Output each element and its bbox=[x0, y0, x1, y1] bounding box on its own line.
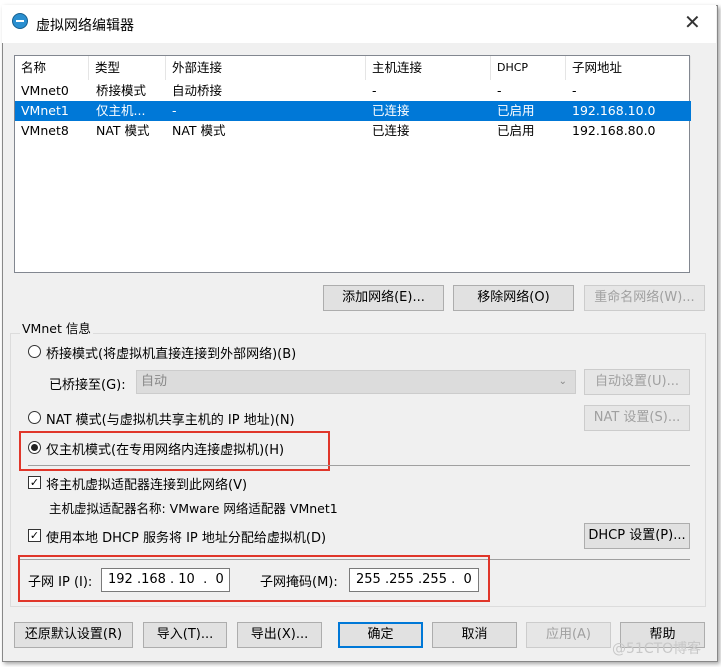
cell: 192.168.80.0 bbox=[572, 123, 656, 138]
cell: 自动桥接 bbox=[172, 83, 223, 98]
nat-label[interactable]: NAT 模式(与虚拟机共享主机的 IP 地址)(N) bbox=[46, 409, 295, 428]
table-row[interactable]: VMnet8 NAT 模式 NAT 模式 已连接 已启用 192.168.80.0 bbox=[15, 121, 691, 141]
watermark: @51CTO博客 bbox=[612, 641, 702, 657]
cell: 桥接模式 bbox=[96, 83, 147, 98]
dialog-title: 虚拟网络编辑器 bbox=[36, 18, 134, 34]
nat-settings-button[interactable]: NAT 设置(S)... bbox=[584, 405, 690, 431]
col-type[interactable]: 类型 bbox=[89, 56, 166, 80]
separator bbox=[28, 465, 690, 466]
cell: - bbox=[497, 83, 502, 98]
table-row-selected[interactable]: VMnet1 仅主机... - 已连接 已启用 192.168.10.0 bbox=[15, 101, 691, 121]
cell: 已连接 bbox=[372, 103, 410, 118]
rename-network-button[interactable]: 重命名网络(W)... bbox=[584, 285, 705, 311]
cell: VMnet1 bbox=[21, 103, 69, 118]
subnet-ip-input[interactable]: 192 .168 . 10 . 0 bbox=[101, 568, 230, 592]
col-dhcp[interactable]: DHCP bbox=[491, 56, 566, 80]
nat-radio[interactable] bbox=[28, 411, 41, 424]
cell: - bbox=[572, 83, 577, 98]
subnet-ip-label: 子网 IP (I): bbox=[28, 575, 93, 590]
col-name[interactable]: 名称 bbox=[15, 56, 89, 80]
cell: 仅主机... bbox=[96, 103, 146, 118]
add-network-button[interactable]: 添加网络(E)... bbox=[323, 285, 444, 311]
remove-network-button[interactable]: 移除网络(O) bbox=[453, 285, 574, 311]
select-value: 自动 bbox=[141, 374, 168, 389]
network-globe-icon bbox=[12, 13, 28, 29]
apply-button[interactable]: 应用(A) bbox=[526, 622, 611, 648]
auto-settings-button[interactable]: 自动设置(U)... bbox=[584, 369, 690, 395]
ok-button[interactable]: 确定 bbox=[338, 622, 423, 648]
network-list[interactable]: 名称 类型 外部连接 主机连接 DHCP 子网地址 VMnet0 桥接模式 自动桥接… bbox=[14, 55, 691, 273]
group-label: VMnet 信息 bbox=[20, 318, 93, 337]
connect-adapter-label[interactable]: 将主机虚拟适配器连接到此网络(V) bbox=[46, 474, 247, 493]
use-dhcp-checkbox[interactable]: ✓ bbox=[28, 529, 41, 542]
cell: 已启用 bbox=[497, 123, 535, 138]
cancel-button[interactable]: 取消 bbox=[432, 622, 517, 648]
bridged-radio[interactable] bbox=[28, 345, 41, 358]
col-host[interactable]: 主机连接 bbox=[366, 56, 491, 80]
adapter-name: 主机虚拟适配器名称: VMware 网络适配器 VMnet1 bbox=[49, 501, 338, 516]
connect-adapter-checkbox[interactable]: ✓ bbox=[28, 476, 41, 489]
cell: - bbox=[372, 83, 377, 98]
cell: 192.168.10.0 bbox=[572, 103, 656, 118]
cell: 已连接 bbox=[372, 123, 410, 138]
col-external[interactable]: 外部连接 bbox=[166, 56, 366, 80]
bridged-to-label: 已桥接至(G): bbox=[49, 378, 126, 393]
bridged-to-select[interactable]: 自动 ⌄ bbox=[136, 370, 576, 394]
cell: 已启用 bbox=[497, 103, 535, 118]
dhcp-settings-button[interactable]: DHCP 设置(P)... bbox=[584, 523, 690, 549]
chevron-down-icon: ⌄ bbox=[558, 376, 567, 387]
import-button[interactable]: 导入(T)... bbox=[143, 622, 227, 648]
subnet-mask-label: 子网掩码(M): bbox=[260, 575, 338, 590]
col-subnet[interactable]: 子网地址 bbox=[566, 56, 691, 80]
cell: VMnet8 bbox=[21, 123, 69, 138]
table-header: 名称 类型 外部连接 主机连接 DHCP 子网地址 bbox=[15, 56, 691, 80]
cell: NAT 模式 bbox=[172, 123, 226, 138]
table-row[interactable]: VMnet0 桥接模式 自动桥接 - - - bbox=[15, 81, 691, 101]
host-only-label[interactable]: 仅主机模式(在专用网络内连接虚拟机)(H) bbox=[46, 439, 284, 458]
subnet-mask-input[interactable]: 255 .255 .255 . 0 bbox=[349, 568, 479, 592]
restore-defaults-button[interactable]: 还原默认设置(R) bbox=[14, 622, 133, 648]
cell: VMnet0 bbox=[21, 83, 69, 98]
export-button[interactable]: 导出(X)... bbox=[237, 622, 322, 648]
host-only-radio[interactable] bbox=[28, 441, 41, 454]
bridged-label[interactable]: 桥接模式(将虚拟机直接连接到外部网络)(B) bbox=[46, 343, 296, 362]
use-dhcp-label[interactable]: 使用本地 DHCP 服务将 IP 地址分配给虚拟机(D) bbox=[46, 527, 326, 546]
cell: - bbox=[172, 103, 177, 118]
close-icon[interactable]: ✕ bbox=[684, 10, 701, 34]
cell: NAT 模式 bbox=[96, 123, 150, 138]
